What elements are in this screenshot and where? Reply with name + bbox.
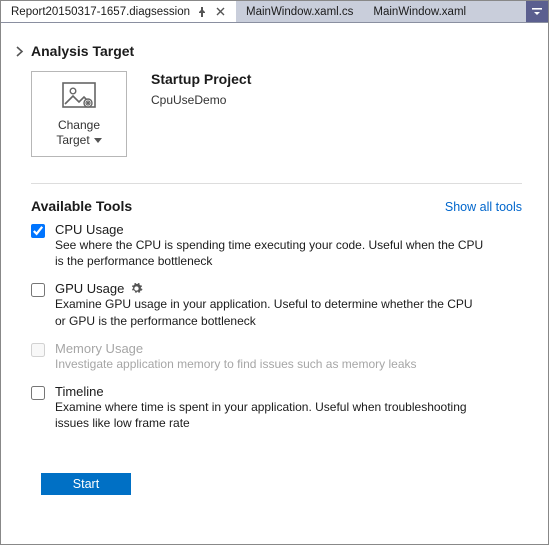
tab-mainwindow-xaml[interactable]: MainWindow.xaml: [363, 1, 476, 22]
tab-overflow-dropdown[interactable]: [526, 1, 548, 22]
tool-name: GPU Usage: [55, 281, 124, 296]
chevron-down-icon: [94, 138, 102, 144]
tool-name: Timeline: [55, 384, 104, 399]
change-target-button[interactable]: Change Target: [31, 71, 127, 157]
tool-row: Memory UsageInvestigate application memo…: [31, 341, 522, 372]
tool-name: Memory Usage: [55, 341, 143, 356]
tool-checkbox[interactable]: [31, 224, 45, 238]
tab-label: Report20150317-1657.diagsession: [11, 6, 190, 18]
target-name: CpuUseDemo: [151, 93, 251, 107]
change-target-line1: Change: [58, 118, 100, 133]
target-title: Startup Project: [151, 71, 251, 87]
expand-chevron-icon[interactable]: [9, 43, 31, 57]
tool-name: CPU Usage: [55, 222, 124, 237]
tool-body: TimelineExamine where time is spent in y…: [55, 384, 485, 431]
tab-mainwindow-cs[interactable]: MainWindow.xaml.cs: [236, 1, 363, 22]
tab-label: MainWindow.xaml.cs: [246, 6, 353, 18]
change-target-line2: Target: [56, 133, 89, 148]
analysis-target-heading: Analysis Target: [31, 43, 522, 59]
tool-checkbox[interactable]: [31, 386, 45, 400]
tool-row: GPU UsageExamine GPU usage in your appli…: [31, 281, 522, 328]
show-all-tools-link[interactable]: Show all tools: [445, 200, 522, 214]
tool-row: CPU UsageSee where the CPU is spending t…: [31, 222, 522, 269]
tool-body: Memory UsageInvestigate application memo…: [55, 341, 417, 372]
tab-label: MainWindow.xaml: [373, 6, 466, 18]
tool-desc: Examine where time is spent in your appl…: [55, 399, 485, 431]
tool-checkbox: [31, 343, 45, 357]
tool-desc: Investigate application memory to find i…: [55, 356, 417, 372]
tab-active-diagsession[interactable]: Report20150317-1657.diagsession: [1, 1, 236, 22]
tool-checkbox[interactable]: [31, 283, 45, 297]
tool-desc: See where the CPU is spending time execu…: [55, 237, 485, 269]
tools-list: CPU UsageSee where the CPU is spending t…: [31, 222, 522, 431]
tool-row: TimelineExamine where time is spent in y…: [31, 384, 522, 431]
tab-strip: Report20150317-1657.diagsession MainWind…: [1, 1, 548, 23]
gear-icon[interactable]: [130, 282, 143, 295]
target-meta: Startup Project CpuUseDemo: [151, 71, 251, 107]
tool-body: CPU UsageSee where the CPU is spending t…: [55, 222, 485, 269]
analysis-target-row: Change Target Startup Project CpuUseDemo: [31, 71, 522, 157]
tool-body: GPU UsageExamine GPU usage in your appli…: [55, 281, 485, 328]
target-picture-icon: [62, 82, 96, 110]
divider: [31, 183, 522, 184]
available-tools-heading: Available Tools: [31, 198, 132, 214]
pin-icon[interactable]: [196, 6, 208, 18]
start-button[interactable]: Start: [41, 473, 131, 495]
tool-desc: Examine GPU usage in your application. U…: [55, 296, 485, 328]
content: Analysis Target Change Targ: [1, 23, 548, 509]
close-icon[interactable]: [214, 6, 226, 18]
